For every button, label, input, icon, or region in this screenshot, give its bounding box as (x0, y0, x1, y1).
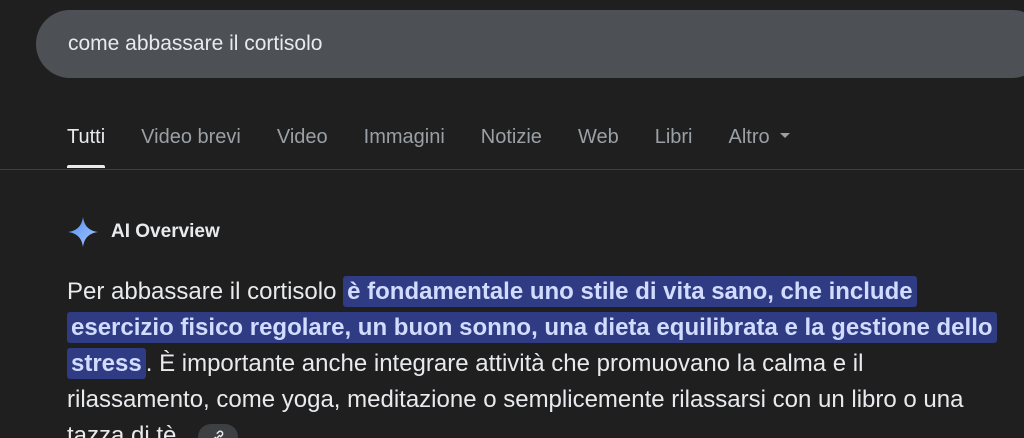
tab-label: Altro (728, 126, 770, 148)
tab-web[interactable]: Web (578, 120, 619, 168)
search-box[interactable] (36, 10, 1024, 78)
ai-overview-text-before: Per abbassare il cortisolo (67, 278, 337, 305)
ai-overview-text-after: . È importante anche integrare attività … (67, 350, 964, 438)
ai-overview-header: AI Overview (67, 216, 220, 248)
link-icon (213, 430, 224, 438)
tab-altro[interactable]: Altro (729, 120, 790, 168)
gemini-sparkle-icon (67, 216, 99, 248)
tab-label: Video (276, 126, 328, 148)
tab-label: Notizie (480, 126, 542, 148)
search-tabs: Tutti Video brevi Video Immagini Notizie… (67, 120, 826, 170)
ai-overview-text: Per abbassare il cortisolo è fondamental… (67, 274, 997, 438)
tab-video[interactable]: Video (277, 120, 328, 168)
tab-label: Video brevi (141, 126, 241, 148)
search-results-page: Tutti Video brevi Video Immagini Notizie… (0, 0, 1024, 438)
caret-down-icon (779, 133, 790, 139)
search-input[interactable] (68, 24, 968, 64)
source-link-button[interactable] (197, 423, 238, 438)
tab-label: Web (577, 126, 619, 148)
tab-label: Tutti (67, 126, 106, 148)
tab-notizie[interactable]: Notizie (481, 120, 542, 168)
tab-immagini[interactable]: Immagini (364, 120, 445, 168)
tab-libri[interactable]: Libri (655, 120, 693, 168)
ai-overview-title: AI Overview (111, 221, 220, 242)
tab-video-brevi[interactable]: Video brevi (141, 120, 241, 168)
tab-label: Libri (654, 126, 693, 148)
tabs-divider (0, 169, 1024, 170)
tab-label: Immagini (363, 126, 445, 148)
tab-tutti[interactable]: Tutti (67, 120, 106, 168)
